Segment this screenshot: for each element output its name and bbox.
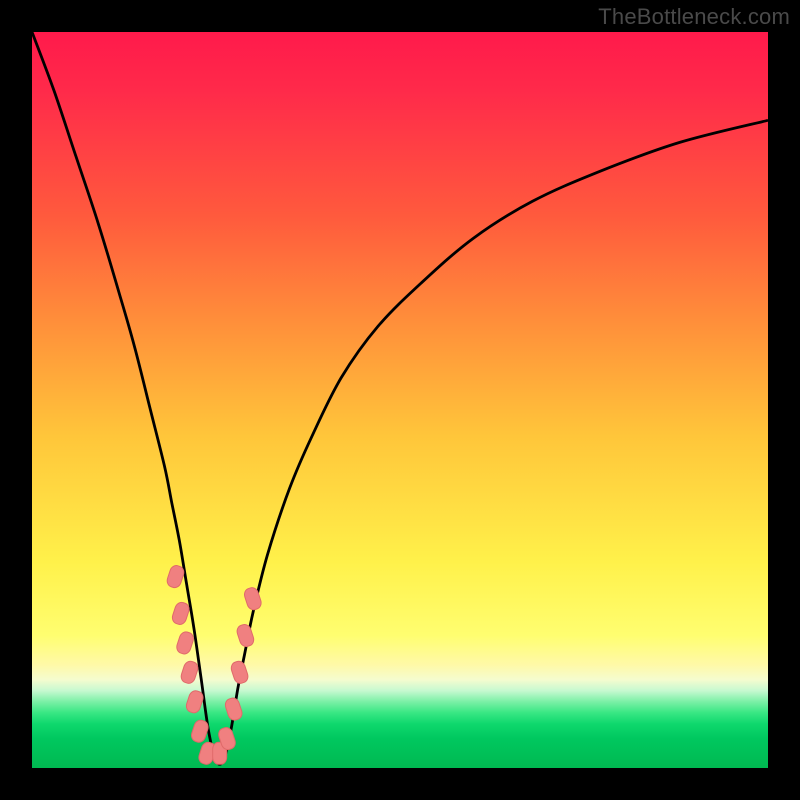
bead-marker bbox=[165, 564, 185, 589]
watermark-text: TheBottleneck.com bbox=[598, 4, 790, 30]
bead-marker bbox=[171, 601, 191, 626]
curve-layer bbox=[32, 32, 768, 768]
bead-marker bbox=[235, 623, 255, 648]
plot-area bbox=[32, 32, 768, 768]
bead-marker bbox=[243, 586, 263, 611]
bead-marker bbox=[179, 660, 199, 685]
bottleneck-curve bbox=[32, 32, 768, 764]
bead-marker bbox=[185, 689, 205, 714]
bead-marker bbox=[175, 630, 195, 655]
bead-marker bbox=[190, 719, 210, 744]
bead-marker bbox=[224, 696, 244, 721]
chart-frame: TheBottleneck.com bbox=[0, 0, 800, 800]
highlight-beads bbox=[165, 564, 262, 766]
bead-marker bbox=[230, 660, 250, 685]
